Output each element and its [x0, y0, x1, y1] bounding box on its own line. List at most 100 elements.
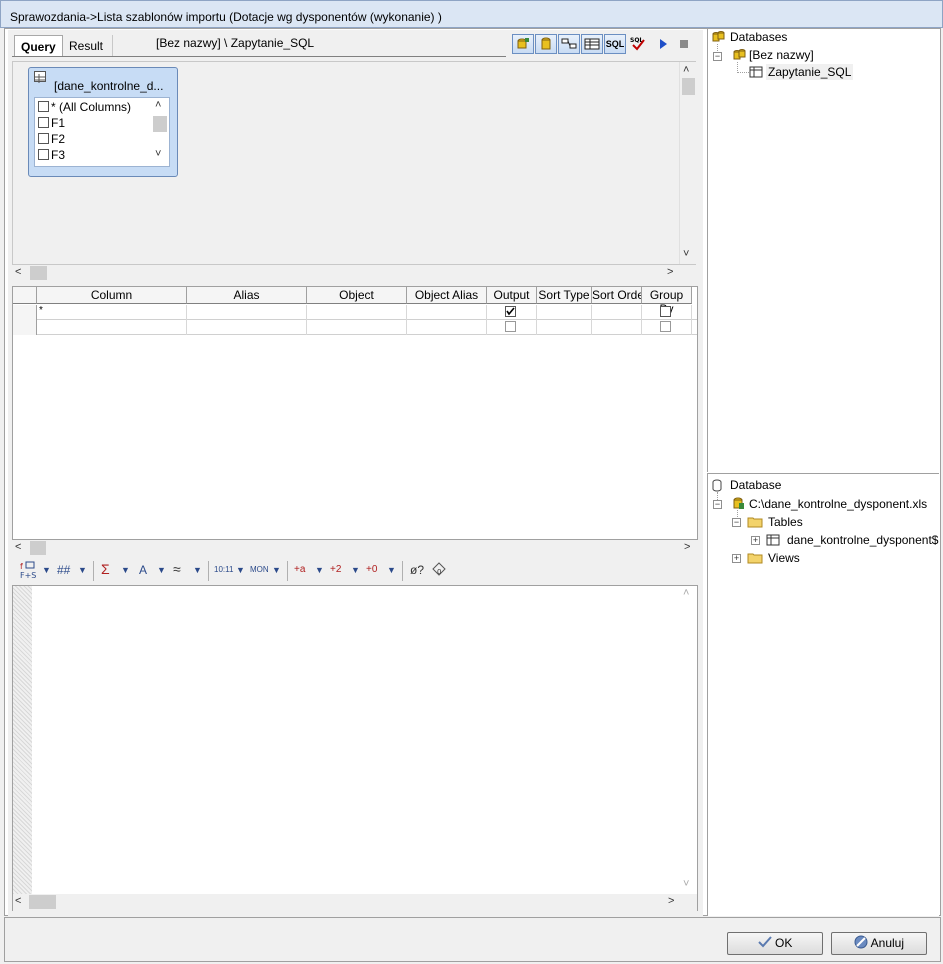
editor-horizontal-scrollbar[interactable]: < >: [13, 894, 697, 911]
diagram-horizontal-scrollbar[interactable]: < >: [12, 265, 696, 282]
grid-horizontal-scrollbar[interactable]: < >: [12, 540, 698, 557]
sql-icon[interactable]: SQL: [604, 34, 626, 54]
scroll-thumb[interactable]: [30, 266, 47, 280]
diagram-icon[interactable]: [558, 34, 580, 54]
clear-format-icon[interactable]: 0: [431, 561, 447, 580]
grid-cell-sort-order[interactable]: [592, 305, 642, 320]
run-icon[interactable]: [652, 34, 674, 54]
tree-expand-icon[interactable]: +: [732, 554, 741, 563]
dropdown-arrow-icon[interactable]: ▼: [193, 565, 202, 575]
grid-cell-sort-type[interactable]: [537, 320, 592, 335]
null-check-icon[interactable]: ø?: [410, 563, 424, 577]
cancel-button[interactable]: Anuluj: [831, 932, 927, 955]
column-checkbox[interactable]: [38, 101, 49, 112]
dropdown-arrow-icon[interactable]: ▼: [351, 565, 360, 575]
text-format-icon[interactable]: A: [139, 563, 147, 577]
scroll-down-icon[interactable]: ˅: [683, 248, 689, 260]
column-item[interactable]: F2: [38, 132, 65, 146]
grid-cell-output[interactable]: [487, 320, 537, 335]
ok-button[interactable]: OK: [727, 932, 823, 955]
tree-node-views[interactable]: Views: [768, 551, 800, 565]
output-checkbox-checked[interactable]: [505, 306, 516, 317]
sql-editor[interactable]: [12, 585, 698, 911]
tree-node-database[interactable]: Database: [730, 478, 781, 492]
scroll-thumb[interactable]: [682, 78, 695, 95]
dropdown-arrow-icon[interactable]: ▼: [157, 565, 166, 575]
approx-icon[interactable]: ≈: [173, 561, 181, 577]
sum-icon[interactable]: Σ: [101, 561, 110, 577]
grid-header-sort-order[interactable]: Sort Order: [592, 287, 642, 304]
tree-node-databases[interactable]: Databases: [730, 30, 787, 44]
scroll-down-icon[interactable]: ˅: [683, 878, 689, 890]
column-item[interactable]: * (All Columns): [38, 100, 131, 114]
dropdown-arrow-icon[interactable]: ▼: [121, 565, 130, 575]
tree-node-xls-file[interactable]: C:\dane_kontrolne_dysponent.xls: [749, 497, 927, 511]
add-number-icon[interactable]: +2: [330, 564, 341, 575]
dropdown-arrow-icon[interactable]: ▼: [236, 565, 245, 575]
diagram-vertical-scrollbar[interactable]: ˄ ˅: [679, 62, 696, 264]
add-alpha-icon[interactable]: +a: [294, 564, 305, 575]
grid-cell-object-alias[interactable]: [407, 305, 487, 320]
add-zero-icon[interactable]: +0: [366, 564, 377, 575]
grid-cell-group-by[interactable]: [642, 320, 692, 335]
dropdown-arrow-icon[interactable]: ▼: [387, 565, 396, 575]
sql-check-icon[interactable]: SQL: [627, 34, 649, 54]
grid-header-column[interactable]: Column: [37, 287, 187, 304]
scroll-right-icon[interactable]: >: [684, 541, 690, 553]
group-by-checkbox[interactable]: [660, 306, 671, 317]
column-checkbox[interactable]: [38, 117, 49, 128]
scroll-up-icon[interactable]: ˄: [155, 99, 161, 111]
tree-node-bez-nazwy[interactable]: [Bez nazwy]: [749, 48, 814, 62]
tree-expand-icon[interactable]: +: [751, 536, 760, 545]
column-checkbox[interactable]: [38, 149, 49, 160]
tab-query[interactable]: Query: [14, 35, 63, 57]
dropdown-arrow-icon[interactable]: ▼: [42, 565, 51, 575]
scroll-thumb[interactable]: [30, 541, 46, 555]
tree-collapse-icon[interactable]: −: [732, 518, 741, 527]
grid-header-alias[interactable]: Alias: [187, 287, 307, 304]
grid-cell-sort-order[interactable]: [592, 320, 642, 335]
time-format-icon[interactable]: 10:11: [214, 565, 233, 574]
scroll-thumb[interactable]: [153, 116, 167, 132]
grid-header-object[interactable]: Object: [307, 287, 407, 304]
scroll-right-icon[interactable]: >: [668, 895, 674, 907]
column-item[interactable]: F1: [38, 116, 65, 130]
row-selector[interactable]: [13, 320, 37, 335]
column-item[interactable]: F3: [38, 148, 65, 162]
database-icon[interactable]: [535, 34, 557, 54]
scroll-thumb[interactable]: [29, 895, 56, 909]
grid-cell-output[interactable]: [487, 305, 537, 320]
grid-cell-alias[interactable]: [187, 320, 307, 335]
number-format-icon[interactable]: ##: [57, 563, 70, 577]
tree-collapse-icon[interactable]: −: [713, 52, 722, 61]
dropdown-arrow-icon[interactable]: ▼: [78, 565, 87, 575]
month-format-icon[interactable]: MON: [250, 565, 269, 574]
grid-icon[interactable]: [581, 34, 603, 54]
column-list-scrollbar[interactable]: ˄ ˅: [151, 98, 169, 166]
grid-header-output[interactable]: Output: [487, 287, 537, 304]
scroll-left-icon[interactable]: <: [15, 895, 21, 907]
output-checkbox[interactable]: [505, 321, 516, 332]
grid-cell-column[interactable]: *: [37, 305, 187, 320]
grid-cell-alias[interactable]: [187, 305, 307, 320]
grid-cell-sort-type[interactable]: [537, 305, 592, 320]
scroll-down-icon[interactable]: ˅: [155, 148, 161, 160]
grid-cell-object[interactable]: [307, 320, 407, 335]
dropdown-arrow-icon[interactable]: ▼: [315, 565, 324, 575]
scroll-up-icon[interactable]: ˄: [683, 587, 689, 599]
grid-header-sort-type[interactable]: Sort Type: [537, 287, 592, 304]
grid-cell-object-alias[interactable]: [407, 320, 487, 335]
scroll-up-icon[interactable]: ˄: [683, 64, 689, 76]
grid-header-group-by[interactable]: Group By: [642, 287, 692, 316]
grid-cell-group-by[interactable]: [642, 305, 692, 320]
format-fields-icon[interactable]: f F+S: [20, 560, 40, 582]
column-checkbox[interactable]: [38, 133, 49, 144]
row-selector[interactable]: [13, 305, 37, 320]
tree-node-zapytanie-sql[interactable]: Zapytanie_SQL: [766, 64, 854, 80]
stop-icon[interactable]: [673, 34, 695, 54]
grid-cell-object[interactable]: [307, 305, 407, 320]
scroll-right-icon[interactable]: >: [667, 266, 673, 278]
tree-node-tables[interactable]: Tables: [768, 515, 803, 529]
grid-cell-column[interactable]: [37, 320, 187, 335]
scroll-left-icon[interactable]: <: [15, 541, 21, 553]
